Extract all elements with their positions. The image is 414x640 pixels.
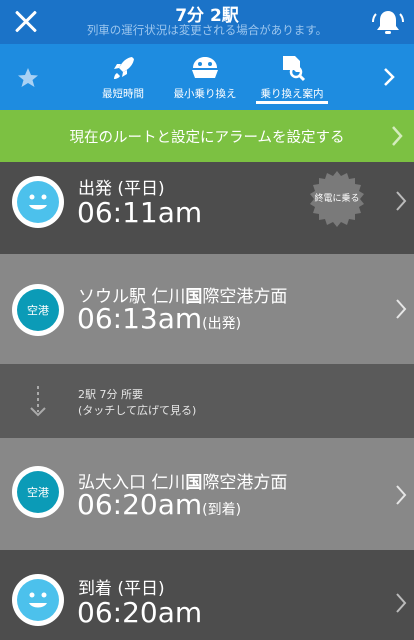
airport-line-badge-label: 空港 [27,304,49,317]
expand-down-arrow-icon [30,386,46,417]
tab-fastest[interactable]: 最短時間 [92,44,154,110]
header-bar: 7分 2駅 列車の運行状況は変更される場合があります。 [0,0,414,44]
arrival-row[interactable]: 到着 (平日) 06:20am [0,550,414,640]
tab-transfer-guide[interactable]: 乗り換え案内 [250,44,334,110]
chevron-right-icon [396,191,407,211]
favorite-button[interactable] [16,66,40,94]
ride-summary-label: 2駅 7分 所要 [78,388,143,401]
arrival-time: 06:20am [77,596,203,629]
bowl-icon [192,57,218,78]
last-train-badge[interactable]: 終電に乗る [308,170,366,228]
boarding-time: 06:13am(出発) [77,302,242,335]
airport-line-avatar: 空港 [12,466,64,518]
chevron-right-icon [396,593,407,613]
alarm-bell-button[interactable] [368,2,408,42]
document-search-icon [283,56,306,82]
arrival-avatar [12,574,64,626]
tab-active-indicator [256,101,328,104]
set-alarm-banner[interactable]: 現在のルートと設定にアラームを設定する [0,110,414,162]
bell-icon [372,11,404,34]
page-subtitle: 列車の運行状況は変更される場合があります。 [86,23,328,37]
ride-summary-hint: (タッチして広げて見る) [78,404,197,417]
airport-line-badge-label: 空港 [27,486,49,499]
alighting-time: 06:20am(到着) [77,488,242,521]
ride-summary-expander[interactable]: 2駅 7分 所要 (タッチして広げて見る) [0,364,414,438]
last-train-label: 終電に乗る [314,194,360,204]
rocket-icon [114,57,134,79]
tab-fewest-transfers[interactable]: 最小乗り換え [168,44,242,110]
route-tabbar: 最短時間 最小乗り換え 乗り換え案内 [0,44,414,110]
alighting-station-row[interactable]: 空港 弘大入口 仁川国際空港方面 06:20am(到着) [0,438,414,550]
tab-transfer-guide-label: 乗り換え案内 [260,88,324,100]
chevron-right-icon [396,299,407,319]
smiley-face-icon [17,181,59,223]
tab-scroll-right-button[interactable] [382,64,396,90]
departure-time: 06:11am [77,196,203,229]
chevron-right-icon [392,126,403,146]
tab-fewest-transfers-label: 最小乗り換え [173,88,237,100]
airport-line-avatar: 空港 [12,284,64,336]
set-alarm-label: 現在のルートと設定にアラームを設定する [69,130,345,146]
chevron-right-icon [384,68,395,86]
departure-avatar [12,176,64,228]
chevron-right-icon [396,485,407,505]
boarding-station-row[interactable]: 空港 ソウル駅 仁川国際空港方面 06:13am(出発) [0,254,414,364]
star-icon [18,68,38,87]
tab-fastest-label: 最短時間 [102,88,144,100]
smiley-face-icon [17,579,59,621]
